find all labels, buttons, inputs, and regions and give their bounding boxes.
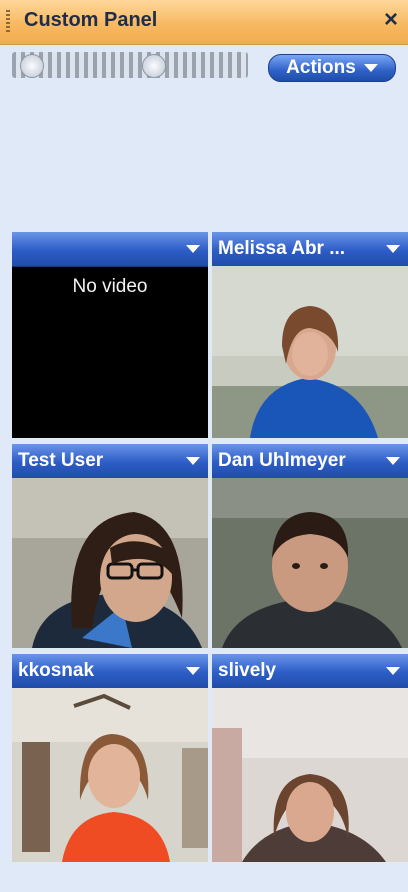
video-tile-test-user[interactable]: Test User: [12, 444, 208, 648]
actions-label: Actions: [286, 57, 356, 78]
tile-menu-chevron-icon[interactable]: [186, 245, 200, 253]
video-feed-dan: [212, 478, 408, 648]
camera-knob-icon[interactable]: [142, 54, 166, 78]
video-tile-kkosnak[interactable]: kkosnak: [12, 654, 208, 862]
custom-panel: Custom Panel × Actions No video Melissa …: [0, 0, 408, 892]
title-bar: Custom Panel ×: [0, 0, 408, 45]
tile-menu-chevron-icon[interactable]: [186, 667, 200, 675]
participant-name: slively: [218, 660, 277, 681]
no-video-label: No video: [72, 276, 148, 297]
chevron-down-icon: [363, 64, 378, 72]
drag-grip-icon[interactable]: [6, 10, 10, 34]
panel-title: Custom Panel: [24, 9, 158, 31]
video-tile-melissa[interactable]: Melissa Abr ...: [212, 232, 408, 438]
video-feed-slively: [212, 688, 408, 862]
close-icon[interactable]: ×: [384, 6, 398, 34]
video-feed-test-user: [12, 478, 208, 648]
participant-name: Dan Uhlmeyer: [218, 450, 346, 471]
volume-knob-icon[interactable]: [20, 54, 44, 78]
tile-menu-chevron-icon[interactable]: [186, 457, 200, 465]
participant-name: Test User: [18, 450, 104, 471]
media-controls-strip[interactable]: [12, 52, 248, 78]
participant-name: kkosnak: [18, 660, 95, 681]
video-feed-melissa: [212, 266, 408, 438]
video-feed-kkosnak: [12, 688, 208, 862]
participant-name: Melissa Abr ...: [218, 238, 346, 259]
tile-menu-chevron-icon[interactable]: [386, 245, 400, 253]
tile-header: Test User: [12, 444, 208, 479]
tile-header: Melissa Abr ...: [212, 232, 408, 267]
tile-header: [12, 232, 208, 267]
tile-header: slively: [212, 654, 408, 689]
tile-menu-chevron-icon[interactable]: [386, 667, 400, 675]
video-tile-empty[interactable]: No video: [12, 232, 208, 438]
video-tile-dan[interactable]: Dan Uhlmeyer: [212, 444, 408, 648]
tile-header: Dan Uhlmeyer: [212, 444, 408, 479]
video-tile-slively[interactable]: slively: [212, 654, 408, 862]
tile-menu-chevron-icon[interactable]: [386, 457, 400, 465]
tile-header: kkosnak: [12, 654, 208, 689]
actions-button[interactable]: Actions: [268, 54, 396, 82]
